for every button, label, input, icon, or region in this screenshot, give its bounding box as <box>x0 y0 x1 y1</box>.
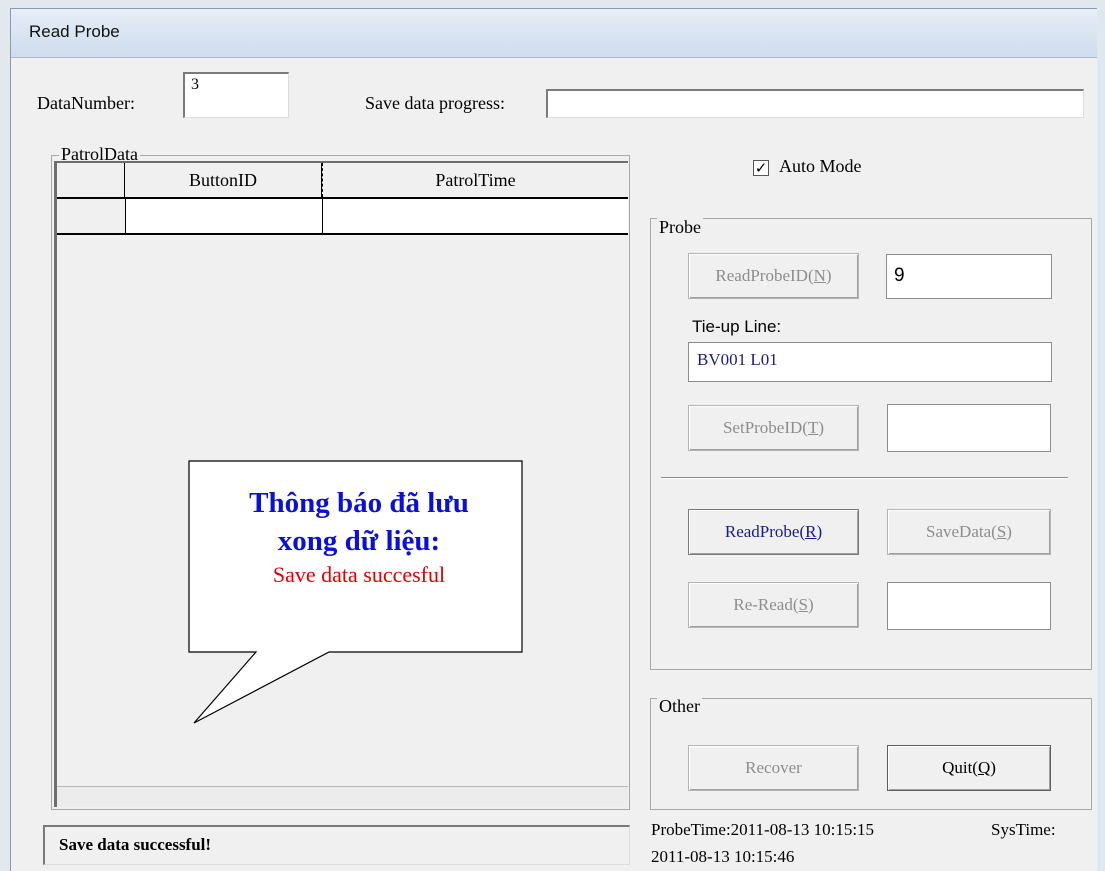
set-probe-id-field[interactable] <box>887 404 1051 452</box>
auto-mode-label: Auto Mode <box>779 156 862 176</box>
read-probe-id-button[interactable]: ReadProbeID(N) <box>688 253 859 299</box>
patroltime-cell[interactable] <box>323 199 628 233</box>
auto-mode-checkbox[interactable]: ✓ <box>753 160 769 176</box>
save-progress-bar <box>546 89 1084 118</box>
probe-legend: Probe <box>657 217 703 237</box>
window-right-edge <box>1097 8 1105 871</box>
sys-time-label: SysTime: <box>991 820 1056 839</box>
re-read-field[interactable] <box>887 582 1051 630</box>
recover-button[interactable]: Recover <box>688 745 859 791</box>
probe-id-field[interactable]: 9 <box>886 254 1052 299</box>
save-progress-label: Save data progress: <box>365 93 505 113</box>
column-header-buttonid[interactable]: ButtonID <box>125 163 322 197</box>
status-panel: Save data successful! <box>43 825 630 865</box>
data-number-input[interactable]: 3 <box>183 72 289 118</box>
tieup-line-field[interactable]: BV001 L01 <box>688 342 1052 382</box>
column-header-patroltime[interactable]: PatrolTime <box>322 163 628 197</box>
callout-subtitle: Save data succesful <box>272 562 446 587</box>
read-probe-window: Read Probe DataNumber: 3 Save data progr… <box>10 8 1105 871</box>
data-number-label: DataNumber: <box>37 93 135 113</box>
callout-title-line2: xong dữ liệu: <box>277 525 441 557</box>
read-probe-button[interactable]: ReadProbe(R) <box>688 509 859 555</box>
save-data-button[interactable]: SaveData(S) <box>887 509 1051 555</box>
title-bar: Read Probe <box>11 9 1105 58</box>
tieup-line-label: Tie-up Line: <box>692 317 782 336</box>
re-read-button[interactable]: Re-Read(S) <box>688 582 859 628</box>
quit-button[interactable]: Quit(Q) <box>887 745 1051 791</box>
grid-corner-header <box>57 163 125 197</box>
table-row[interactable] <box>57 199 628 235</box>
other-legend: Other <box>657 696 702 716</box>
grid-horizontal-scrollbar[interactable] <box>57 786 628 807</box>
callout-message: Thông báo đã lưu xong dữ liệu: Save data… <box>191 484 527 590</box>
window-title: Read Probe <box>29 22 120 41</box>
buttonid-cell[interactable] <box>126 199 324 233</box>
status-message: Save data successful! <box>59 835 212 854</box>
probe-separator <box>661 477 1068 479</box>
probe-time: ProbeTime:2011-08-13 10:15:15 <box>651 820 875 839</box>
set-probe-id-button[interactable]: SetProbeID(T) <box>688 405 859 451</box>
sys-time-value: 2011-08-13 10:15:46 <box>651 847 795 866</box>
grid-header-row: ButtonID PatrolTime <box>57 163 628 199</box>
callout-title-line1: Thông báo đã lưu <box>249 487 469 519</box>
row-header-cell <box>57 199 126 233</box>
